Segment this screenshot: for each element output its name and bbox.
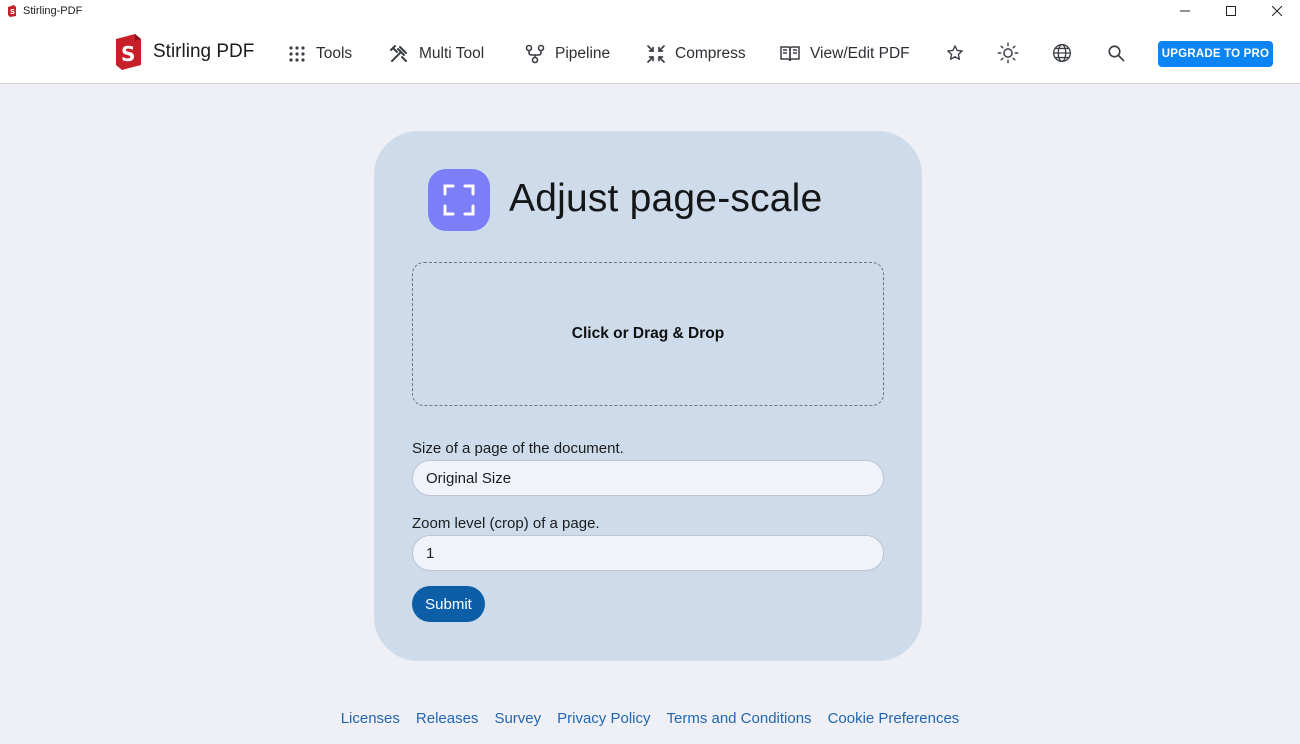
page-title: Adjust page-scale <box>509 177 823 220</box>
footer-link-survey[interactable]: Survey <box>494 710 541 727</box>
globe-icon[interactable] <box>1051 42 1073 64</box>
star-icon[interactable] <box>944 42 966 64</box>
nav-pipeline[interactable]: Pipeline <box>525 42 610 66</box>
book-open-icon <box>780 46 800 62</box>
file-dropzone[interactable]: Click or Drag & Drop <box>412 262 884 406</box>
footer-link-releases[interactable]: Releases <box>416 710 479 727</box>
footer-link-privacy-policy[interactable]: Privacy Policy <box>557 710 650 727</box>
footer-link-cookie-preferences[interactable]: Cookie Preferences <box>828 710 960 727</box>
upgrade-to-pro-button[interactable]: UPGRADE TO PRO <box>1158 41 1273 67</box>
stirling-logo-icon: S <box>116 34 141 70</box>
nav-multi-tool[interactable]: Multi Tool <box>389 42 484 66</box>
brand-link[interactable]: S Stirling PDF <box>113 34 254 70</box>
submit-button[interactable]: Submit <box>412 586 485 622</box>
nav-tools-label: Tools <box>316 45 353 62</box>
window-titlebar: S Stirling-PDF <box>0 0 1300 22</box>
footer-link-licenses[interactable]: Licenses <box>341 710 400 727</box>
maximize-icon[interactable] <box>1208 0 1254 22</box>
window-title: Stirling-PDF <box>23 5 83 17</box>
compress-arrows-icon <box>647 45 665 63</box>
svg-text:S: S <box>10 8 15 16</box>
page-size-label: Size of a page of the document. <box>412 440 624 457</box>
nav-view-edit-pdf-label: View/Edit PDF <box>810 45 910 62</box>
nav-tools[interactable]: Tools <box>288 42 352 66</box>
footer-link-terms-and-conditions[interactable]: Terms and Conditions <box>666 710 811 727</box>
tools-icon <box>390 45 407 62</box>
nav-view-edit-pdf[interactable]: View/Edit PDF <box>780 42 910 66</box>
nav-compress-label: Compress <box>675 45 746 62</box>
close-icon[interactable] <box>1254 0 1300 22</box>
search-icon[interactable] <box>1105 42 1127 64</box>
zoom-level-input[interactable] <box>412 535 884 571</box>
svg-text:S: S <box>121 42 135 66</box>
app-logo-icon: S <box>8 5 16 17</box>
nav-compress[interactable]: Compress <box>647 42 746 66</box>
adjust-page-scale-card: Adjust page-scale Click or Drag & Drop S… <box>374 131 922 661</box>
top-navbar: S Stirling PDF Tools Multi Tool Pipeline… <box>0 22 1300 84</box>
grid-dots-icon <box>289 46 305 62</box>
footer-links: Licenses Releases Survey Privacy Policy … <box>0 710 1300 727</box>
dropzone-label: Click or Drag & Drop <box>571 325 725 342</box>
window-controls <box>1162 0 1300 22</box>
page-size-select[interactable] <box>412 460 884 496</box>
brand-name: Stirling PDF <box>153 41 255 62</box>
minimize-icon[interactable] <box>1162 0 1208 22</box>
sun-icon[interactable] <box>997 42 1019 64</box>
pipeline-icon <box>525 44 545 64</box>
fullscreen-frame-icon <box>428 169 490 231</box>
zoom-level-label: Zoom level (crop) of a page. <box>412 515 600 532</box>
nav-multi-tool-label: Multi Tool <box>419 45 485 62</box>
nav-pipeline-label: Pipeline <box>555 45 611 62</box>
